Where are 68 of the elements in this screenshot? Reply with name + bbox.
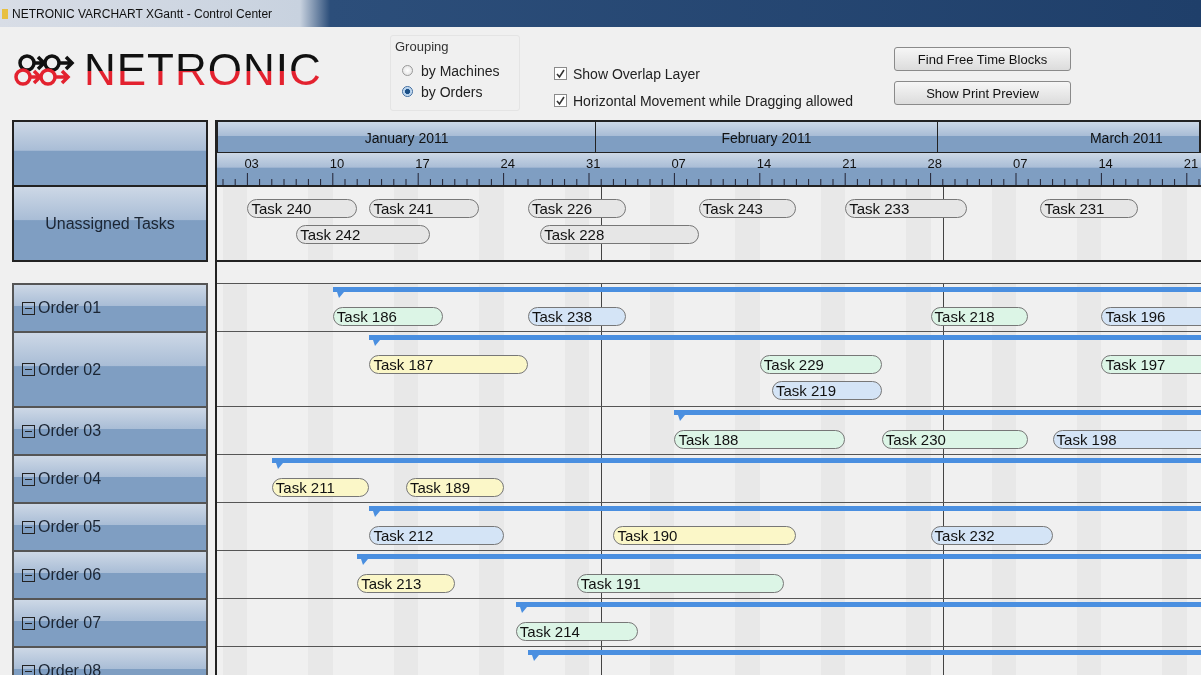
week-label: 03 [244, 156, 259, 171]
radio-button[interactable] [402, 86, 413, 97]
task-bar[interactable]: Task 230 [881, 430, 1029, 449]
week-label: 21 [842, 156, 857, 171]
task-bar[interactable]: Task 198 [1052, 430, 1201, 449]
group-label: Grouping [395, 39, 450, 54]
task-bar[interactable]: Task 197 [1101, 355, 1201, 374]
task-bar[interactable]: Task 229 [759, 355, 882, 374]
task-bar[interactable]: Task 196 [1101, 307, 1201, 326]
task-bar[interactable]: Task 231 [1040, 199, 1138, 218]
week-label: 17 [415, 156, 430, 171]
week-label: 10 [329, 156, 345, 171]
row-label: Order 05 [38, 518, 102, 536]
checkbox-label[interactable]: Show Overlap Layer [573, 65, 700, 82]
row-label: Order 06 [38, 566, 102, 584]
task-bar[interactable]: Task 189 [406, 478, 504, 497]
task-bar[interactable]: Task 214 [515, 622, 638, 641]
week-label: 07 [671, 156, 686, 171]
task-bar[interactable]: Task 191 [576, 574, 785, 593]
row-label: Order 02 [38, 360, 102, 379]
row-label: Order 04 [38, 470, 102, 488]
radio-label[interactable]: by Orders [421, 83, 483, 100]
task-bar[interactable]: Task 240 [247, 199, 358, 218]
week-label: 31 [586, 156, 601, 171]
task-bar[interactable]: Task 218 [930, 307, 1029, 326]
row-label: Order 03 [38, 422, 102, 440]
task-bar[interactable]: Task 187 [369, 355, 528, 374]
collapse-icon[interactable] [22, 363, 35, 376]
toolbar-button[interactable]: Find Free Time Blocks [894, 47, 1071, 71]
task-bar[interactable]: Task 190 [613, 526, 797, 545]
task-bar[interactable]: Task 228 [540, 225, 699, 244]
task-bar[interactable]: Task 186 [332, 307, 443, 326]
collapse-icon[interactable] [22, 616, 35, 630]
app-icon [2, 8, 8, 19]
task-bar[interactable]: Task 233 [845, 199, 968, 218]
task-bar[interactable]: Task 213 [357, 574, 455, 593]
collapse-icon[interactable] [22, 301, 35, 315]
task-bar[interactable]: Task 232 [930, 526, 1053, 545]
window-title: NETRONIC VARCHART XGantt - Control Center [12, 6, 273, 21]
week-label: 24 [500, 156, 516, 171]
week-label: 07 [1013, 156, 1028, 171]
task-bar[interactable]: Task 238 [528, 307, 626, 326]
task-bar[interactable]: Task 212 [369, 526, 504, 545]
task-bar[interactable]: Task 219 [772, 381, 882, 400]
collapse-icon[interactable] [22, 520, 35, 534]
week-label: 28 [927, 156, 943, 171]
task-bar[interactable]: Task 242 [296, 225, 431, 244]
checkbox[interactable] [554, 94, 567, 107]
week-label: 14 [756, 156, 772, 171]
checkbox-label[interactable]: Horizontal Movement while Dragging allowed [573, 92, 854, 109]
radio-label[interactable]: by Machines [421, 62, 500, 79]
week-label: 21 [1183, 156, 1199, 171]
toolbar-button[interactable]: Show Print Preview [894, 81, 1071, 105]
task-bar[interactable]: Task 211 [271, 478, 370, 497]
checkbox[interactable] [554, 67, 567, 80]
radio-button[interactable] [402, 65, 413, 76]
row-label: Order 07 [38, 614, 102, 632]
row-label: Unassigned Tasks [45, 214, 175, 233]
task-bar[interactable]: Task 188 [674, 430, 846, 449]
task-bar[interactable]: Task 243 [698, 199, 797, 218]
row-label: Order 01 [38, 299, 102, 317]
collapse-icon[interactable] [22, 472, 35, 486]
task-bar[interactable]: Task 241 [369, 199, 480, 218]
collapse-icon[interactable] [22, 664, 35, 675]
collapse-icon[interactable] [22, 568, 35, 582]
task-bar[interactable]: Task 226 [528, 199, 626, 218]
week-label: 14 [1098, 156, 1113, 171]
collapse-icon[interactable] [22, 424, 35, 438]
